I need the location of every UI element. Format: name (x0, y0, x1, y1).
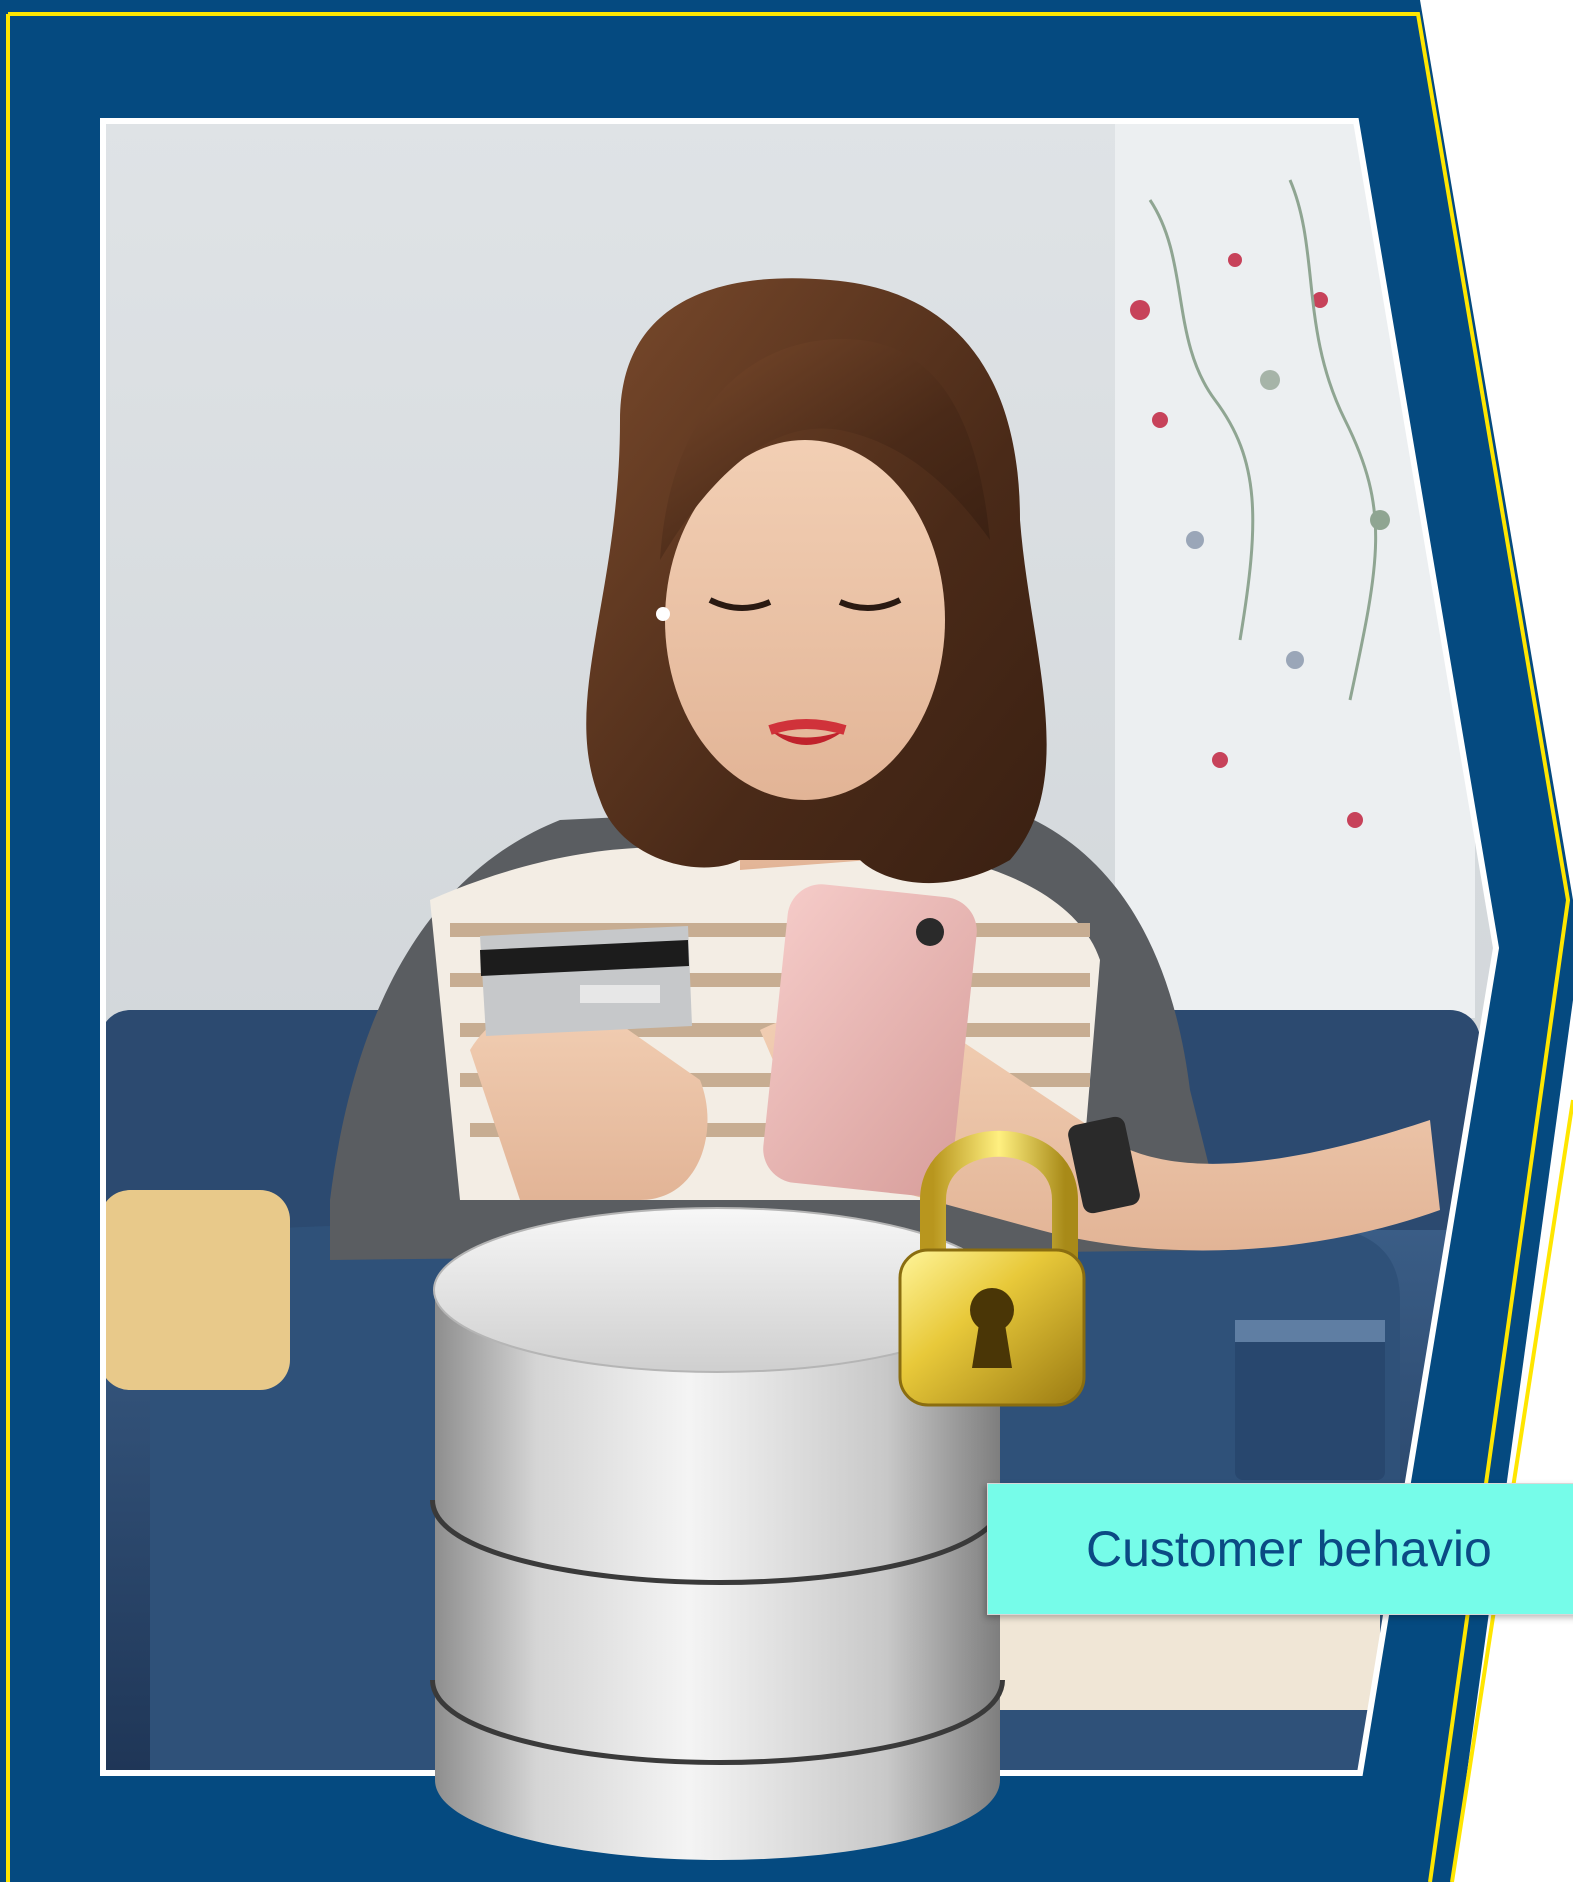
credit-card (480, 926, 692, 1036)
caption-box: Customer behavio (987, 1483, 1573, 1615)
caption-text: Customer behavio (1086, 1521, 1492, 1577)
slide: Customer behavio (0, 0, 1573, 1882)
